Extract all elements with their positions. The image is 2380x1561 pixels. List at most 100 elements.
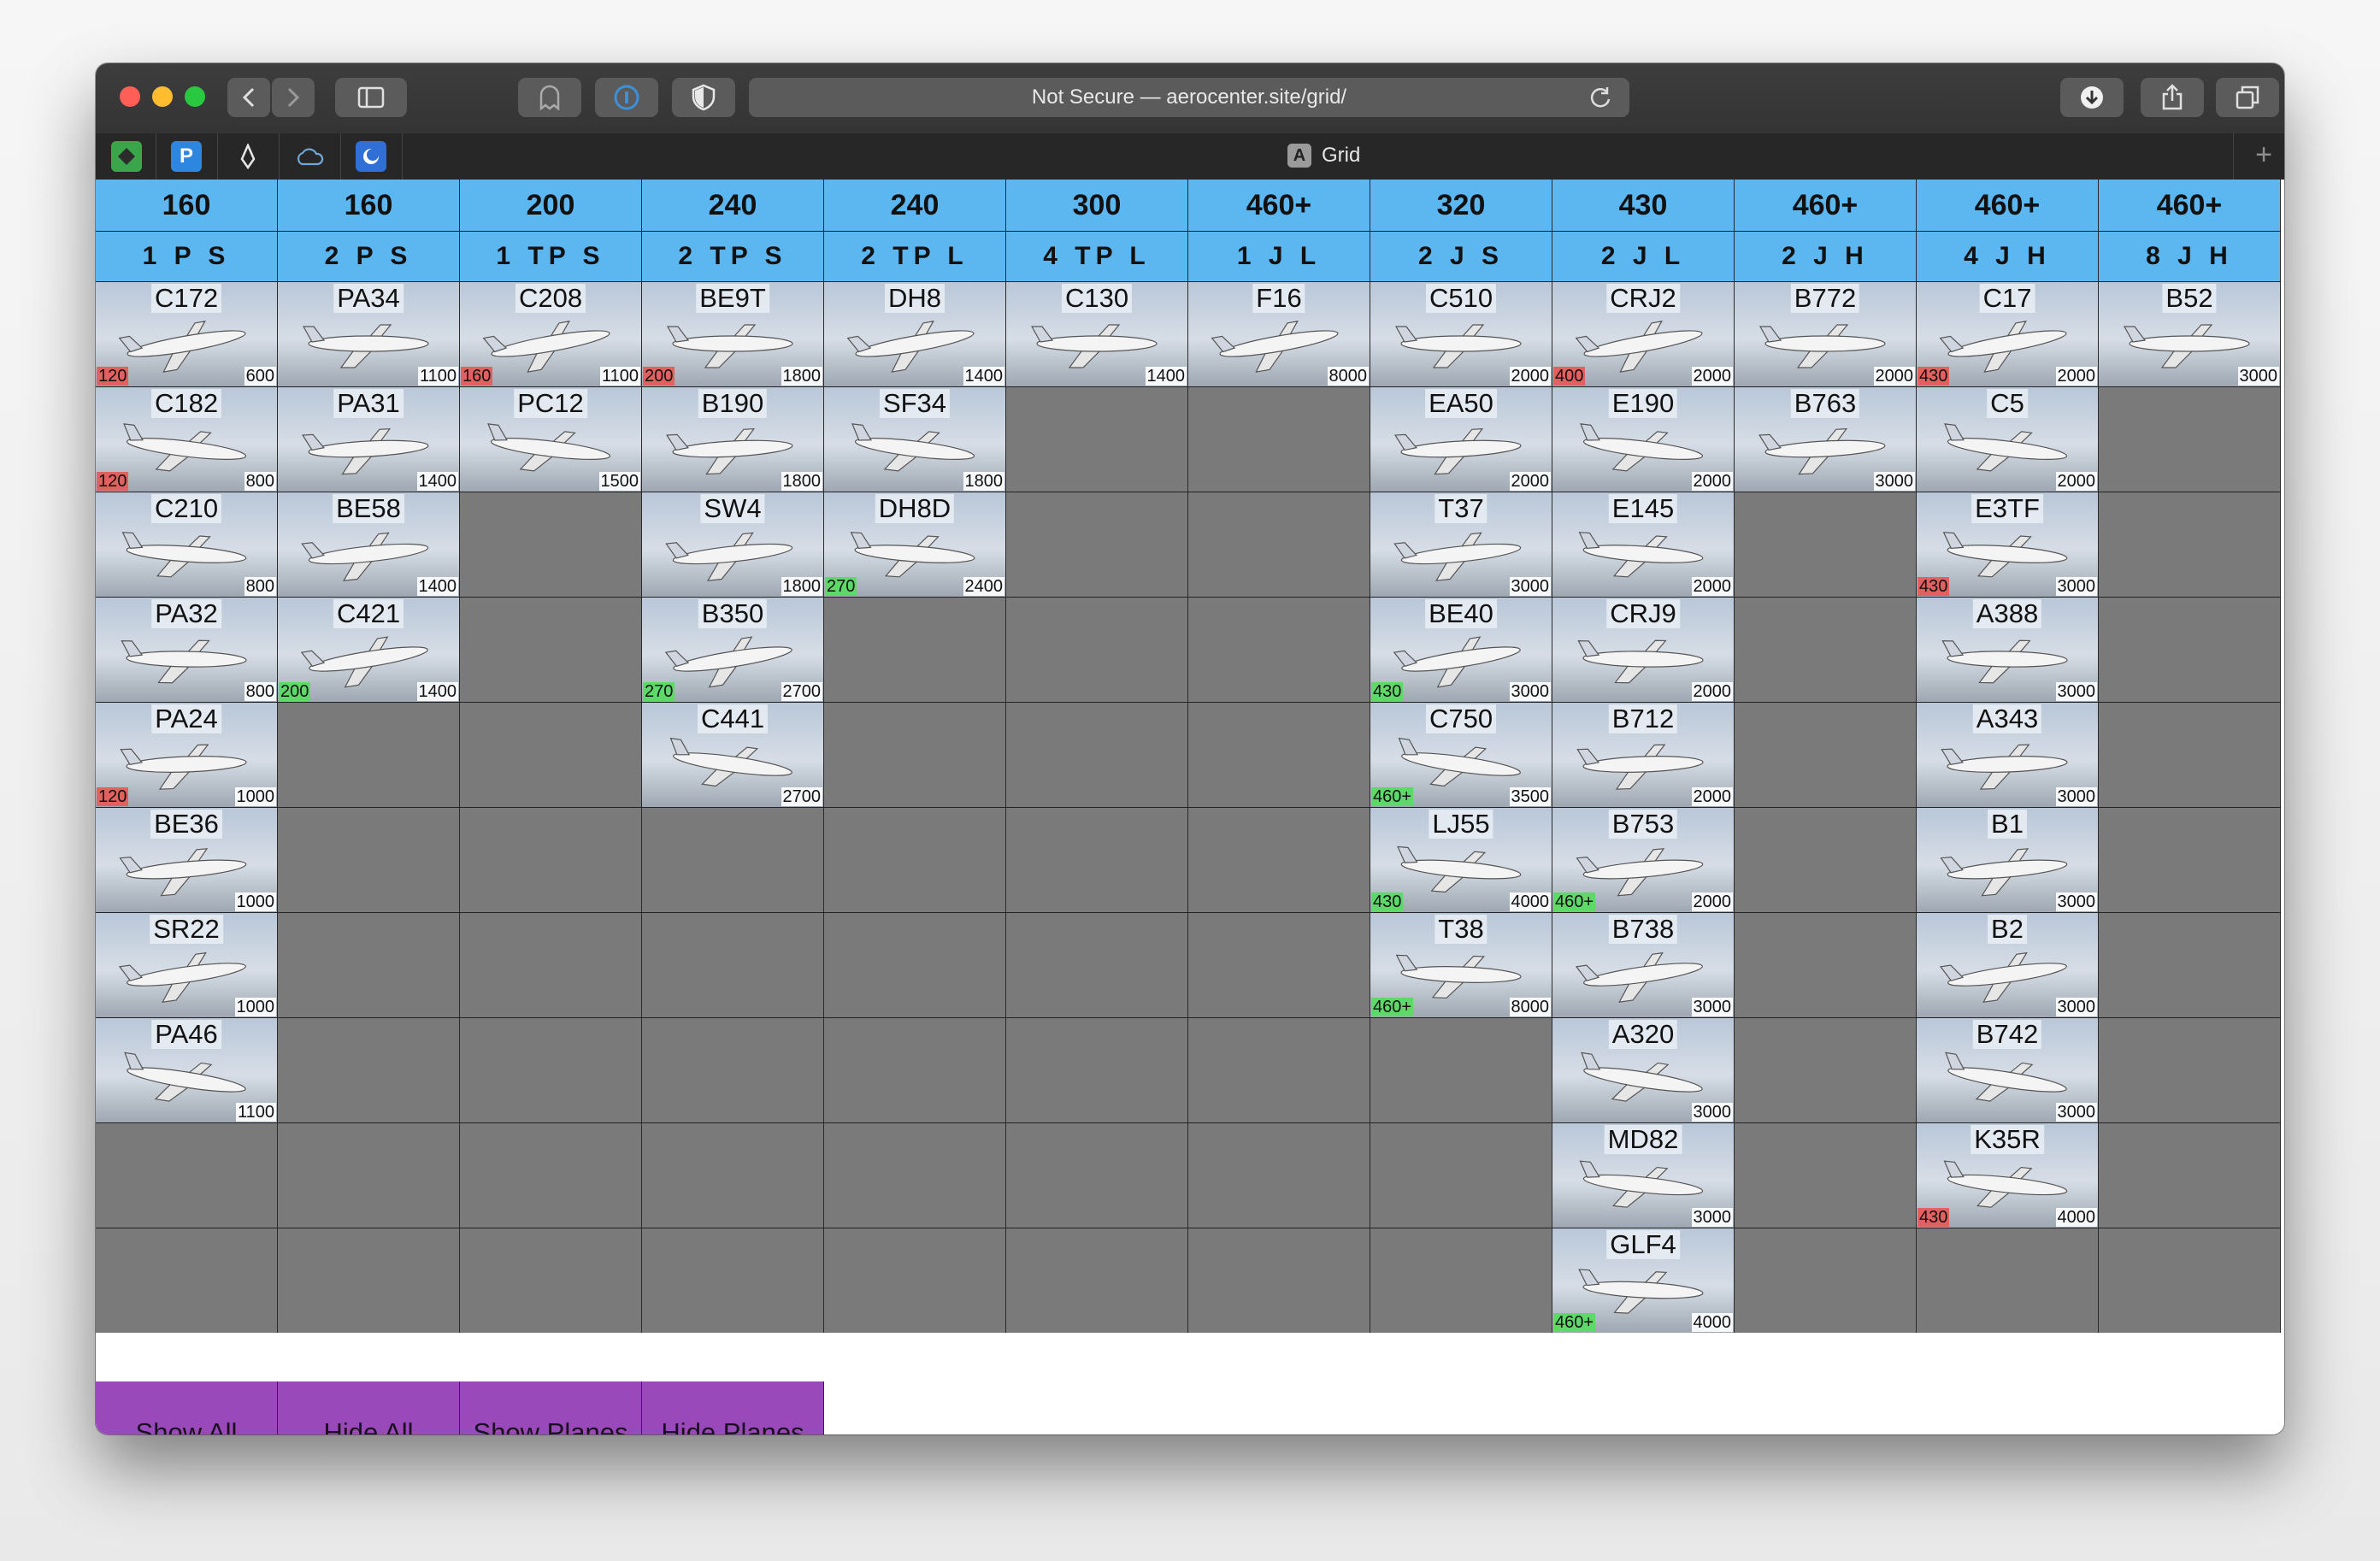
empty-cell	[824, 1018, 1006, 1122]
aircraft-cell[interactable]: CRJ9 2000	[1552, 598, 1735, 702]
aircraft-cell[interactable]: C5 2000	[1917, 387, 2099, 492]
aircraft-cell[interactable]: E145 2000	[1552, 492, 1735, 597]
bookmark-p-icon[interactable]: P	[171, 141, 202, 172]
aircraft-cell[interactable]: B2 3000	[1917, 913, 2099, 1017]
aircraft-cell[interactable]: PA24 1000 120	[96, 703, 278, 807]
altitude-label: 2000	[1509, 367, 1551, 386]
bookmark-cloud-icon[interactable]	[294, 141, 325, 172]
address-bar[interactable]: Not Secure — aerocenter.site/grid/	[749, 78, 1629, 117]
aircraft-cell[interactable]: C210 800	[96, 492, 278, 597]
tab-overview-button[interactable]	[2216, 78, 2279, 117]
altitude-label: 1000	[234, 787, 276, 806]
bookmark-pen-icon[interactable]	[233, 141, 263, 172]
ghostery-extension-button[interactable]	[518, 78, 581, 117]
aircraft-cell[interactable]: SR22 1000	[96, 913, 278, 1017]
sidebar-button[interactable]	[335, 78, 407, 117]
aircraft-cell[interactable]: PA34 1100	[278, 282, 460, 386]
hide-planes-button[interactable]: Hide Planes	[642, 1381, 824, 1434]
share-button[interactable]	[2141, 78, 2204, 117]
back-button[interactable]	[227, 78, 270, 117]
column-class-header: 4 TP L	[1006, 232, 1188, 281]
aircraft-cell[interactable]: SW4 1800	[642, 492, 824, 597]
aircraft-cell[interactable]: PC12 1500	[460, 387, 642, 492]
aircraft-cell[interactable]: BE40 3000 430	[1370, 598, 1552, 702]
aircraft-cell[interactable]: CRJ2 2000 400	[1552, 282, 1735, 386]
new-tab-button[interactable]: +	[2255, 138, 2272, 172]
aircraft-cell[interactable]: A343 3000	[1917, 703, 2099, 807]
aircraft-cell[interactable]: B350 2700 270	[642, 598, 824, 702]
aircraft-cell[interactable]: C17 2000 430	[1917, 282, 2099, 386]
aircraft-code-label: A388	[1972, 599, 2042, 628]
bookmark-blue-icon[interactable]	[356, 141, 386, 172]
aircraft-cell[interactable]: SF34 1800	[824, 387, 1006, 492]
aircraft-cell[interactable]: B712 2000	[1552, 703, 1735, 807]
bookmark-feedly-icon[interactable]	[111, 141, 142, 172]
aircraft-cell[interactable]: C182 800 120	[96, 387, 278, 492]
aircraft-cell[interactable]: B190 1800	[642, 387, 824, 492]
aircraft-cell[interactable]: B52 3000	[2099, 282, 2281, 386]
downloads-button[interactable]	[2060, 78, 2124, 117]
aircraft-code-label: C182	[150, 389, 222, 418]
aircraft-cell[interactable]: C510 2000	[1370, 282, 1552, 386]
aircraft-cell[interactable]: C130 1400	[1006, 282, 1188, 386]
aircraft-cell[interactable]: MD82 3000	[1552, 1123, 1735, 1228]
privacy-extension-button[interactable]	[672, 78, 735, 117]
aircraft-cell[interactable]: PA31 1400	[278, 387, 460, 492]
aircraft-cell[interactable]: C441 2700	[642, 703, 824, 807]
aircraft-cell[interactable]: K35R 4000 430	[1917, 1123, 2099, 1228]
aircraft-cell[interactable]: EA50 2000	[1370, 387, 1552, 492]
tab-grid[interactable]: A Grid	[1287, 144, 1360, 168]
empty-cell	[1188, 913, 1370, 1017]
aircraft-cell[interactable]: C172 600 120	[96, 282, 278, 386]
hide-all-button[interactable]: Hide All	[278, 1381, 460, 1434]
altitude-label: 2000	[2055, 367, 2097, 386]
close-window-button[interactable]	[120, 86, 140, 107]
aircraft-cell[interactable]: GLF4 4000 460+	[1552, 1228, 1735, 1333]
aircraft-cell[interactable]: PA46 1100	[96, 1018, 278, 1122]
show-all-button[interactable]: Show All	[96, 1381, 278, 1434]
aircraft-cell[interactable]: BE58 1400	[278, 492, 460, 597]
aircraft-cell[interactable]: B738 3000	[1552, 913, 1735, 1017]
aircraft-cell[interactable]: DH8 1400	[824, 282, 1006, 386]
empty-cell	[2099, 1018, 2281, 1122]
reload-icon[interactable]	[1588, 85, 1612, 109]
empty-cell	[642, 1228, 824, 1333]
aircraft-cell[interactable]: C421 1400 200	[278, 598, 460, 702]
empty-cell	[1006, 808, 1188, 912]
aircraft-code-label: BE58	[333, 494, 404, 523]
empty-cell	[1188, 1018, 1370, 1122]
show-planes-button[interactable]: Show Planes	[460, 1381, 642, 1434]
aircraft-cell[interactable]: B742 3000	[1917, 1018, 2099, 1122]
aircraft-cell[interactable]: B763 3000	[1735, 387, 1917, 492]
aircraft-cell[interactable]: T37 3000	[1370, 492, 1552, 597]
aircraft-cell[interactable]: C208 1100 160	[460, 282, 642, 386]
forward-button[interactable]	[272, 78, 315, 117]
aircraft-cell[interactable]: LJ55 4000 430	[1370, 808, 1552, 912]
aircraft-cell[interactable]: C750 3500 460+	[1370, 703, 1552, 807]
password-extension-button[interactable]	[595, 78, 658, 117]
aircraft-cell[interactable]: T38 8000 460+	[1370, 913, 1552, 1017]
empty-cell	[1370, 1018, 1552, 1122]
aircraft-cell[interactable]: A320 3000	[1552, 1018, 1735, 1122]
aircraft-cell[interactable]: DH8D 2400 270	[824, 492, 1006, 597]
zoom-window-button[interactable]	[185, 86, 205, 107]
empty-cell	[1735, 492, 1917, 597]
aircraft-cell[interactable]: E190 2000	[1552, 387, 1735, 492]
column-class-header: 8 J H	[2099, 232, 2281, 281]
aircraft-cell[interactable]: B772 2000	[1735, 282, 1917, 386]
aircraft-cell[interactable]: E3TF 3000 430	[1917, 492, 2099, 597]
aircraft-code-label: A320	[1608, 1020, 1678, 1049]
aircraft-code-label: CRJ9	[1606, 599, 1680, 628]
tab-bar: P A Grid +	[96, 133, 2284, 180]
aircraft-cell[interactable]: BE9T 1800 200	[642, 282, 824, 386]
altitude-label: 3000	[2055, 1103, 2097, 1122]
aircraft-code-label: DH8	[884, 284, 946, 313]
aircraft-cell[interactable]: BE36 1000	[96, 808, 278, 912]
aircraft-cell[interactable]: B753 2000 460+	[1552, 808, 1735, 912]
altitude-label: 1100	[599, 367, 640, 386]
minimize-window-button[interactable]	[152, 86, 173, 107]
aircraft-cell[interactable]: PA32 800	[96, 598, 278, 702]
aircraft-cell[interactable]: A388 3000	[1917, 598, 2099, 702]
aircraft-cell[interactable]: F16 8000	[1188, 282, 1370, 386]
aircraft-cell[interactable]: B1 3000	[1917, 808, 2099, 912]
